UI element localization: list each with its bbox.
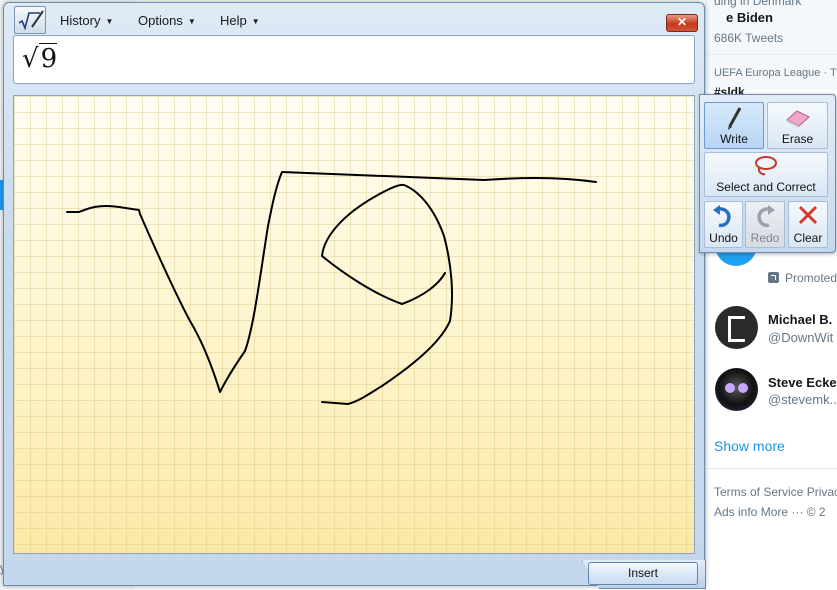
radicand: 9 — [38, 43, 58, 74]
undo-button[interactable]: Undo — [704, 201, 743, 248]
ink-stroke-radical — [66, 171, 597, 393]
writing-area[interactable] — [13, 95, 695, 554]
promoted-icon — [768, 272, 779, 283]
x-icon — [798, 205, 818, 225]
erase-label: Erase — [781, 132, 814, 146]
write-button[interactable]: Write — [704, 102, 764, 149]
erase-button[interactable]: Erase — [767, 102, 828, 149]
follow-handle: @stevemk... — [768, 392, 837, 407]
trend-count: 686K Tweets — [714, 31, 784, 45]
redo-arrow-icon — [757, 205, 775, 228]
radical-symbol: √ — [22, 44, 39, 74]
clear-label: Clear — [793, 231, 823, 245]
menu-options[interactable]: Options ▼ — [138, 13, 196, 28]
trend2-context: UEFA Europa League · Tr — [714, 67, 837, 79]
select-correct-button[interactable]: Select and Correct — [704, 152, 828, 197]
redo-button[interactable]: Redo — [745, 201, 785, 248]
menu-history-label: History — [60, 13, 101, 28]
close-button[interactable]: ✕ — [666, 14, 698, 32]
follow-name[interactable]: Steve Eckel — [768, 375, 837, 390]
chevron-down-icon: ▼ — [251, 17, 260, 26]
chevron-down-icon: ▼ — [105, 17, 114, 26]
trend-name[interactable]: e Biden — [726, 10, 773, 25]
ink-stroke-nine — [321, 183, 453, 405]
recognized-expression: √9 — [22, 43, 58, 74]
handwritten-ink — [66, 171, 597, 405]
menu-help-label: Help — [220, 13, 247, 28]
chevron-down-icon: ▼ — [187, 17, 196, 26]
trend-context: ding in Denmark — [714, 0, 802, 8]
preview-area: √9 — [13, 35, 695, 84]
insert-button[interactable]: Insert — [588, 562, 698, 585]
select-correct-label: Select and Correct — [716, 180, 816, 194]
trends-divider — [706, 54, 837, 55]
math-input-panel-icon[interactable] — [14, 6, 46, 34]
pen-icon — [728, 107, 742, 130]
write-label: Write — [720, 132, 748, 146]
avatar[interactable] — [715, 306, 758, 349]
menu-options-label: Options — [138, 13, 183, 28]
menu-help[interactable]: Help ▼ — [220, 13, 260, 28]
undo-arrow-icon — [713, 205, 731, 228]
avatar[interactable] — [715, 368, 758, 411]
show-more-link[interactable]: Show more — [714, 438, 785, 454]
menu-history[interactable]: History ▼ — [60, 13, 113, 28]
footer-links[interactable]: Ads info More ··· © 2 — [714, 505, 826, 519]
math-input-panel-window: History ▼ Options ▼ Help ▼ ✕ √9 Insert — [3, 2, 706, 589]
footer-links[interactable]: Terms of Service Privac — [714, 485, 837, 499]
tool-panel: Write Erase Select and Correct Undo Redo — [699, 94, 836, 253]
clear-button[interactable]: Clear — [788, 201, 828, 248]
follow-handle: @DownWit — [768, 330, 834, 345]
lasso-icon — [755, 156, 777, 176]
eraser-icon — [786, 110, 810, 128]
background-divider — [705, 0, 706, 590]
follow-name[interactable]: Michael B. — [768, 312, 832, 327]
undo-label: Undo — [709, 231, 738, 245]
footer-divider — [706, 468, 837, 469]
redo-label: Redo — [750, 231, 780, 245]
promoted-label: Promoted — [785, 271, 837, 285]
